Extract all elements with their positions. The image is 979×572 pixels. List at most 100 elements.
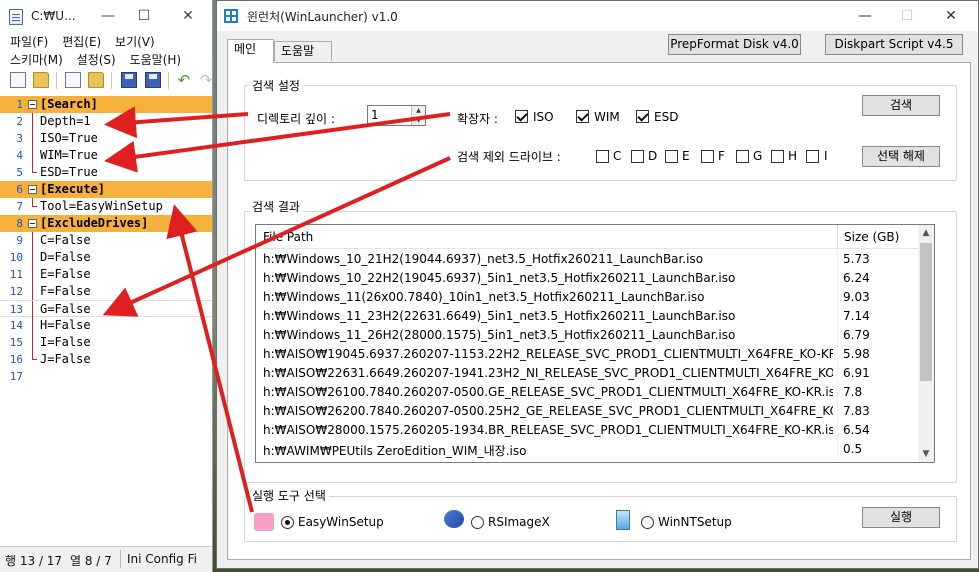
easywinsetup-label: EasyWinSetup <box>298 515 384 529</box>
tab-main[interactable]: 메인 <box>227 39 274 63</box>
esd-checkbox[interactable] <box>636 110 649 123</box>
winntsetup-label: WinNTSetup <box>658 515 732 529</box>
rsimagex-label: RSImageX <box>488 515 550 529</box>
menu-edit[interactable]: 편집(E) <box>62 35 101 49</box>
editor-line: 1 [Search] <box>0 96 212 113</box>
scroll-up-icon[interactable]: ▲ <box>918 225 934 241</box>
table-row[interactable]: h:₩AISO₩26100.7840.260207-0500.GE_RELEAS… <box>256 383 921 402</box>
drive-c-label: C <box>613 149 622 163</box>
tab-help[interactable]: 도움말 <box>274 41 332 61</box>
drive-f-checkbox[interactable] <box>701 150 714 163</box>
save-icon[interactable] <box>121 72 137 88</box>
drive-d-checkbox[interactable] <box>631 150 644 163</box>
drive-g-label: G <box>753 149 763 163</box>
status-mode: Ini Config Fi <box>127 552 197 566</box>
windows-logo-icon <box>224 9 238 23</box>
table-row[interactable]: h:₩AISO₩26200.7840.260207-0500.25H2_GE_R… <box>256 402 921 421</box>
editor-toolbar: ↶ ↷ <box>0 69 212 92</box>
save-as-icon[interactable] <box>145 72 161 88</box>
spin-down-icon[interactable]: ▼ <box>411 116 425 125</box>
drive-i-checkbox[interactable] <box>806 150 819 163</box>
table-row[interactable]: h:₩Windows_11_26H2(28000.1575)_5in1_net3… <box>256 326 921 345</box>
menu-file[interactable]: 파일(F) <box>10 35 48 49</box>
winntsetup-radio[interactable] <box>641 516 654 529</box>
search-button[interactable]: 검색 <box>862 95 940 116</box>
drive-e-checkbox[interactable] <box>665 150 678 163</box>
table-row[interactable]: h:₩AISO₩19045.6937.260207-1153.22H2_RELE… <box>256 345 921 364</box>
table-row[interactable]: h:₩Windows_11_23H2(22631.6649)_5in1_net3… <box>256 307 921 326</box>
redo-icon[interactable]: ↷ <box>198 72 214 88</box>
menu-view[interactable]: 보기(V) <box>115 35 155 49</box>
editor-line: 16 J=False <box>9 351 91 366</box>
menu-help[interactable]: 도움말(H) <box>130 53 182 67</box>
minimize-icon[interactable]: — <box>94 6 122 26</box>
fold-icon <box>28 219 37 228</box>
diskpart-script-button[interactable]: Diskpart Script v4.5 <box>825 34 963 55</box>
esd-label: ESD <box>654 110 679 124</box>
prepformat-disk-button[interactable]: PrepFormat Disk v4.0 <box>668 34 801 55</box>
editor-line: 10 D=False <box>9 249 91 266</box>
minimize-icon[interactable]: — <box>847 5 883 27</box>
results-scrollbar[interactable]: ▲ ▼ <box>918 225 934 462</box>
column-header-path[interactable]: File Path <box>263 230 313 244</box>
run-button[interactable]: 실행 <box>862 507 940 528</box>
iso-checkbox[interactable] <box>515 110 528 123</box>
table-row[interactable]: h:₩AISO₩28000.1575.260205-1934.BR_RELEAS… <box>256 421 921 440</box>
depth-value: 1 <box>371 108 379 122</box>
deselect-button[interactable]: 선택 해제 <box>862 146 940 167</box>
rsimagex-radio[interactable] <box>471 516 484 529</box>
wim-checkbox[interactable] <box>576 110 589 123</box>
editor-line: 2 Depth=1 <box>16 113 91 130</box>
drive-d-label: D <box>648 149 658 163</box>
close-icon[interactable]: ✕ <box>933 5 969 27</box>
drive-i-label: I <box>824 149 828 163</box>
search-results-title: 검색 결과 <box>249 198 303 215</box>
editor-line: 14 H=False <box>9 317 91 334</box>
table-row[interactable]: h:₩Windows_10_21H2(19044.6937)_net3.5_Ho… <box>256 250 921 269</box>
open-file-icon[interactable] <box>88 72 104 88</box>
status-row: 행 13 / 17 <box>5 554 63 568</box>
drive-c-checkbox[interactable] <box>596 150 609 163</box>
table-row[interactable]: h:₩Windows_10_22H2(19045.6937)_5in1_net3… <box>256 269 921 288</box>
table-row[interactable]: h:₩Windows_11(26x00.7840)_10in1_net3.5_H… <box>256 288 921 307</box>
table-row[interactable]: h:₩AWIM₩PEUtils ZeroEdition_WIM_내장.iso 0.… <box>256 440 921 459</box>
editor-line: 12 F=False <box>9 283 91 300</box>
editor-titlebar: C:₩U... — ☐ ✕ <box>0 0 212 33</box>
results-listview[interactable]: File Path Size (GB) h:₩Windows_10_21H2(1… <box>255 224 935 463</box>
undo-icon[interactable]: ↶ <box>176 72 192 88</box>
scroll-thumb[interactable] <box>920 243 932 381</box>
column-header-size[interactable]: Size (GB) <box>844 230 899 244</box>
editor-line: 3 ISO=True <box>16 130 98 147</box>
tool-select-title: 실행 도구 선택 <box>249 487 329 504</box>
new-document-icon[interactable] <box>65 72 81 88</box>
editor-line: 7 Tool=EasyWinSetup <box>16 198 163 213</box>
iso-label: ISO <box>533 110 554 124</box>
ini-editor-window: C:₩U... — ☐ ✕ 파일(F) 편집(E) 보기(V) 스키마(M) 설… <box>0 0 213 572</box>
depth-label: 디렉토리 깊이 : <box>257 112 335 126</box>
extension-label: 확장자 : <box>457 112 498 126</box>
close-icon[interactable]: ✕ <box>174 6 202 26</box>
editor-title: C:₩U... <box>31 9 76 23</box>
table-row[interactable]: h:₩AISO₩22631.6649.260207-1941.23H2_NI_R… <box>256 364 921 383</box>
depth-spinner[interactable]: 1 ▲ ▼ <box>367 105 426 126</box>
open-folder-icon[interactable] <box>33 72 49 88</box>
scroll-down-icon[interactable]: ▼ <box>918 446 934 462</box>
drive-g-checkbox[interactable] <box>736 150 749 163</box>
spin-up-icon[interactable]: ▲ <box>411 106 425 115</box>
status-col: 열 8 / 7 <box>70 554 112 568</box>
easywinsetup-radio[interactable] <box>281 516 294 529</box>
drive-h-checkbox[interactable] <box>771 150 784 163</box>
editor-line: 9 C=False <box>16 232 91 249</box>
fold-icon <box>28 185 37 194</box>
rsimagex-app-icon <box>444 510 464 528</box>
easywinsetup-app-icon <box>254 513 274 531</box>
search-settings-group <box>244 85 957 181</box>
main-titlebar: 윈런처(WinLauncher) v1.0 — ☐ ✕ <box>217 1 978 31</box>
editor-line: 6 [Execute] <box>0 181 212 198</box>
menu-schema[interactable]: 스키마(M) <box>10 53 63 67</box>
main-title: 윈런처(WinLauncher) v1.0 <box>247 10 398 24</box>
new-file-icon[interactable] <box>10 72 26 88</box>
editor-text-area[interactable]: 1 [Search] 2 Depth=1 3 ISO=True 4 WIM=True 5… <box>0 96 212 546</box>
maximize-icon[interactable]: ☐ <box>130 6 158 26</box>
menu-settings[interactable]: 설정(S) <box>77 53 116 67</box>
